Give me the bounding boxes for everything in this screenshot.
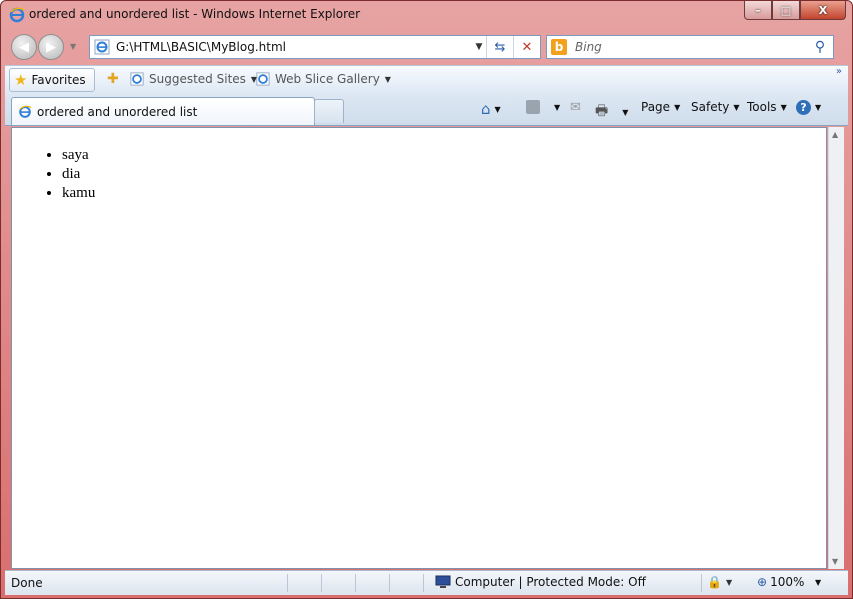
address-input[interactable]: G:\HTML\BASIC\MyBlog.html: [116, 40, 472, 54]
tab-label: ordered and unordered list: [37, 104, 198, 119]
status-divider: [355, 574, 356, 592]
navigation-bar: ◀ ▶ ▼ G:\HTML\BASIC\MyBlog.html ▼ ⇆ ✕ b …: [1, 31, 852, 63]
address-bar[interactable]: G:\HTML\BASIC\MyBlog.html ▼ ⇆ ✕: [89, 35, 541, 59]
page-icon: [130, 72, 144, 86]
minimize-button[interactable]: –: [744, 1, 772, 20]
recent-pages-dropdown[interactable]: ▼: [70, 42, 76, 51]
page-menu[interactable]: Page ▼: [641, 100, 680, 114]
more-chevron-icon[interactable]: »: [836, 66, 842, 77]
home-button[interactable]: ⌂ ▼: [481, 100, 501, 118]
title-bar: ordered and unordered list - Windows Int…: [1, 1, 852, 29]
print-icon: 🖶: [595, 103, 609, 119]
search-icon[interactable]: ⚲: [807, 39, 833, 55]
vertical-scrollbar[interactable]: ▲ ▼: [828, 127, 844, 569]
chevron-down-icon: ▼: [725, 577, 733, 587]
zoom-level: 100%: [770, 575, 805, 589]
zoom-dropdown-icon[interactable]: ▼: [815, 578, 821, 587]
arrow-right-icon: ▶: [46, 39, 56, 55]
status-divider: [321, 574, 322, 592]
chevron-down-icon: ▼: [674, 102, 681, 112]
back-button[interactable]: ◀: [11, 34, 37, 60]
safety-menu[interactable]: Safety ▼: [691, 100, 740, 114]
ie-logo-icon: [19, 105, 32, 118]
scroll-up-icon[interactable]: ▲: [832, 130, 838, 139]
star-icon: ★: [14, 71, 28, 89]
chevron-down-icon: ▼: [733, 102, 740, 112]
lock-icon: 🔒: [707, 575, 722, 589]
home-icon: ⌂: [481, 100, 491, 118]
computer-icon: [435, 575, 451, 588]
chevron-down-icon: ▼: [554, 102, 561, 112]
favorites-bar: ★ Favorites ✚ Suggested Sites ▼ Web Slic…: [5, 65, 848, 94]
scroll-down-icon[interactable]: ▼: [832, 557, 838, 566]
status-divider: [287, 574, 288, 592]
chevron-down-icon: ▼: [780, 102, 787, 112]
tab-active[interactable]: ordered and unordered list: [11, 97, 315, 125]
chevron-down-icon: ▼: [494, 104, 501, 114]
add-to-favorites-icon[interactable]: ✚: [107, 71, 119, 87]
page-icon: [94, 39, 110, 55]
list-item: dia: [62, 165, 95, 184]
mail-icon: ✉: [570, 100, 581, 115]
protected-mode-button[interactable]: 🔒 ▼: [707, 575, 732, 589]
favorites-link-web-slice-gallery[interactable]: Web Slice Gallery ▼: [256, 72, 391, 86]
refresh-icon: ⇆: [494, 39, 506, 55]
favorites-link-suggested-sites[interactable]: Suggested Sites ▼: [130, 72, 257, 86]
ie-logo-icon: [9, 7, 25, 23]
address-dropdown-icon[interactable]: ▼: [472, 42, 486, 52]
help-icon: ?: [796, 100, 811, 115]
help-button[interactable]: ? ▼: [796, 100, 821, 115]
refresh-button[interactable]: ⇆: [486, 36, 513, 58]
close-button[interactable]: X: [800, 1, 846, 20]
list-item: kamu: [62, 184, 95, 203]
page-icon: [256, 72, 270, 86]
feeds-button[interactable]: ▼: [526, 100, 560, 114]
list-item: saya: [62, 146, 95, 165]
tab-row: ordered and unordered list ⌂ ▼ ▼ ✉ 🖶 ▼ P…: [5, 93, 848, 126]
forward-button[interactable]: ▶: [38, 34, 64, 60]
rss-feed-icon: [526, 100, 540, 114]
favorites-label: Favorites: [31, 73, 86, 87]
status-bar: Done Computer | Protected Mode: Off 🔒 ▼ …: [5, 570, 848, 595]
search-box[interactable]: b Bing ⚲: [546, 35, 834, 59]
zoom-button[interactable]: ⊕ 100%: [757, 575, 804, 589]
unordered-list: saya dia kamu: [12, 146, 95, 203]
read-mail-button[interactable]: ✉: [570, 100, 581, 115]
print-button[interactable]: 🖶 ▼: [595, 100, 628, 124]
maximize-button[interactable]: □: [772, 1, 800, 20]
status-divider: [423, 574, 424, 592]
chevron-down-icon: ▼: [622, 107, 629, 117]
stop-icon: ✕: [521, 39, 533, 55]
security-zone[interactable]: Computer | Protected Mode: Off: [435, 575, 646, 589]
arrow-left-icon: ◀: [19, 39, 29, 55]
status-text: Done: [11, 576, 43, 590]
new-tab-button[interactable]: [314, 99, 344, 123]
chevron-down-icon: ▼: [815, 103, 822, 112]
stop-button[interactable]: ✕: [513, 36, 540, 58]
favorites-button[interactable]: ★ Favorites: [9, 68, 95, 92]
window-controls: – □ X: [744, 1, 846, 21]
zoom-icon: ⊕: [757, 575, 768, 589]
search-input[interactable]: Bing: [575, 40, 807, 54]
page-content: saya dia kamu: [11, 127, 827, 569]
chevron-down-icon: ▼: [384, 74, 391, 84]
browser-window: ordered and unordered list - Windows Int…: [0, 0, 853, 599]
window-title: ordered and unordered list - Windows Int…: [29, 7, 361, 21]
tools-menu[interactable]: Tools ▼: [747, 100, 787, 114]
bing-icon: b: [551, 39, 567, 55]
zone-text: Computer | Protected Mode: Off: [455, 575, 646, 589]
status-divider: [389, 574, 390, 592]
status-divider: [701, 574, 702, 592]
